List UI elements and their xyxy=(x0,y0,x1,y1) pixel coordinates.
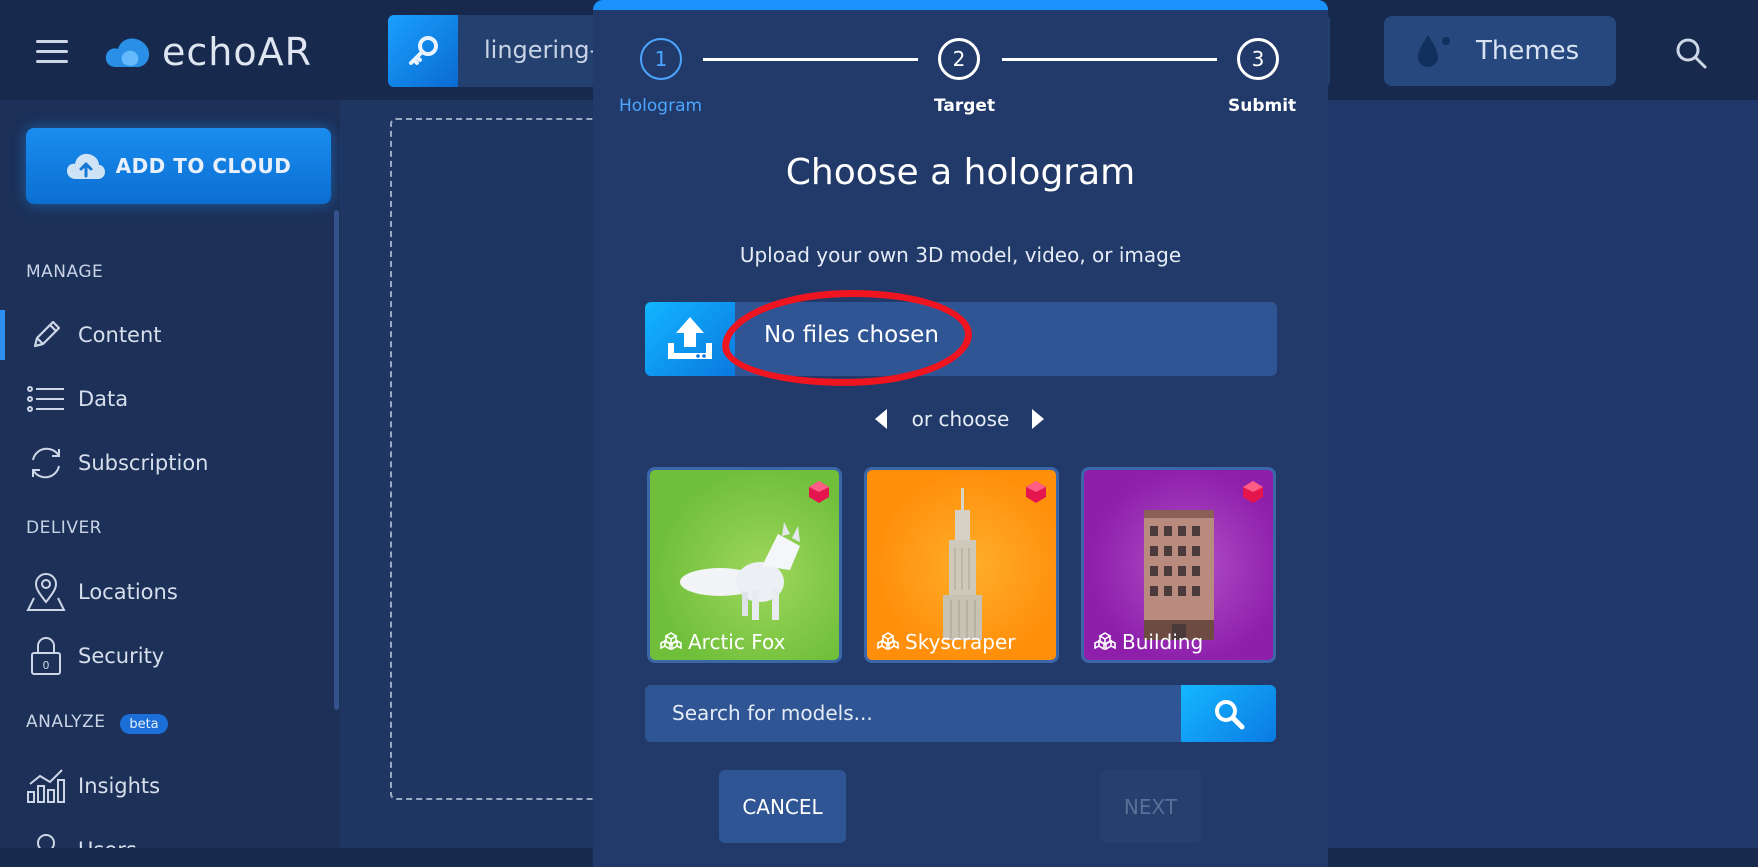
3d-model-icon xyxy=(877,632,899,650)
section-manage: MANAGE xyxy=(26,262,104,282)
map-pin-icon xyxy=(26,572,66,612)
droplet-icon xyxy=(1418,35,1450,67)
premium-gem-icon xyxy=(1026,481,1046,503)
next-button[interactable]: NEXT xyxy=(1100,770,1201,843)
model-card-skyscraper[interactable]: Skyscraper xyxy=(864,467,1059,663)
model-name: Building xyxy=(1122,630,1204,654)
search-icon xyxy=(1214,699,1244,729)
3d-model-icon xyxy=(660,632,682,650)
premium-gem-icon xyxy=(1243,481,1263,503)
carousel-next-icon[interactable] xyxy=(1032,409,1044,429)
step-number: 3 xyxy=(1251,47,1265,71)
upload-icon xyxy=(668,317,712,359)
step-label-target: Target xyxy=(934,96,996,116)
sidebar-scrollbar[interactable] xyxy=(334,210,339,710)
section-analyze: ANALYZE xyxy=(26,712,106,732)
model-search-button[interactable] xyxy=(1181,685,1276,742)
sidebar-item-subscription[interactable]: Subscription xyxy=(0,436,334,490)
step-number: 1 xyxy=(654,47,668,71)
model-card-arctic-fox[interactable]: Arctic Fox xyxy=(647,467,842,663)
model-search-placeholder: Search for models... xyxy=(672,701,873,725)
sidebar-item-label: Data xyxy=(78,387,129,411)
modal-subtitle: Upload your own 3D model, video, or imag… xyxy=(739,243,1182,267)
model-name: Skyscraper xyxy=(905,630,1016,654)
upload-button[interactable] xyxy=(645,302,735,376)
sidebar-item-label: Security xyxy=(78,644,165,668)
sidebar-item-insights[interactable]: Insights xyxy=(0,759,334,813)
chart-icon xyxy=(26,766,66,806)
svg-text:0: 0 xyxy=(43,659,50,672)
step-number: 2 xyxy=(952,47,966,71)
step-label-hologram: Hologram xyxy=(619,96,703,116)
logo-text: echoAR xyxy=(162,30,313,74)
refresh-icon xyxy=(26,443,66,483)
add-to-cloud-label: ADD TO CLOUD xyxy=(115,154,292,178)
upload-drop-area[interactable] xyxy=(390,118,600,800)
step-connector xyxy=(1002,58,1217,61)
sidebar-item-security[interactable]: 0 Security xyxy=(0,629,334,683)
modal-accent-bar xyxy=(593,0,1328,10)
step-connector xyxy=(703,58,918,61)
step-label-submit: Submit xyxy=(1228,96,1297,116)
key-icon xyxy=(409,36,438,65)
premium-gem-icon xyxy=(809,481,829,503)
lock-icon: 0 xyxy=(26,636,66,676)
section-deliver: DELIVER xyxy=(26,518,102,538)
logo[interactable]: echoAR xyxy=(104,30,312,74)
echoar-cloud-icon xyxy=(105,38,150,67)
cancel-button[interactable]: CANCEL xyxy=(719,770,846,843)
sidebar-item-label: Locations xyxy=(78,580,178,604)
sidebar-item-label: Subscription xyxy=(78,451,209,475)
add-to-cloud-button[interactable]: ADD TO CLOUD xyxy=(26,128,331,204)
step-2-indicator: 2 xyxy=(938,38,980,80)
list-icon xyxy=(26,379,66,419)
sidebar-item-label: Insights xyxy=(78,774,161,798)
3d-model-icon xyxy=(1094,632,1116,650)
pencil-icon xyxy=(26,315,66,355)
sidebar-item-label: Content xyxy=(78,323,162,347)
api-key-button[interactable] xyxy=(388,15,458,87)
sidebar-item-data[interactable]: Data xyxy=(0,372,334,426)
cloud-upload-icon xyxy=(66,153,105,179)
modal-title: Choose a hologram xyxy=(785,152,1136,193)
themes-button[interactable]: Themes xyxy=(1384,16,1616,86)
model-card-building[interactable]: Building xyxy=(1081,467,1276,663)
step-1-indicator: 1 xyxy=(640,38,682,80)
menu-icon[interactable] xyxy=(36,40,68,64)
or-choose-label: or choose xyxy=(911,407,1010,431)
sidebar-item-content[interactable]: Content xyxy=(0,308,334,362)
model-name: Arctic Fox xyxy=(688,630,786,654)
content-panel xyxy=(1328,100,1758,848)
themes-label: Themes xyxy=(1476,36,1580,66)
sidebar-item-locations[interactable]: Locations xyxy=(0,565,334,619)
beta-badge: beta xyxy=(120,714,168,734)
step-3-indicator: 3 xyxy=(1237,38,1279,80)
search-icon[interactable] xyxy=(1674,36,1708,70)
